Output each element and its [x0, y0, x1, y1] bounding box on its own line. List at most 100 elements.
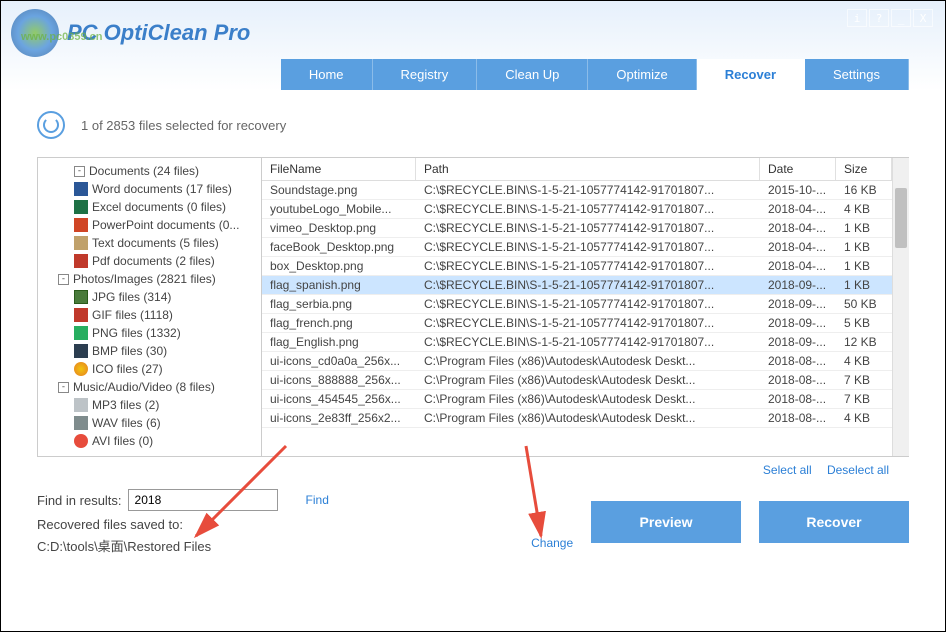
- bmp-icon: [74, 344, 88, 358]
- tree-item-label: Pdf documents (2 files): [92, 254, 215, 268]
- main-panel: 1 of 2853 files selected for recovery -D…: [1, 91, 945, 631]
- cell-size: 5 KB: [836, 314, 892, 332]
- table-row[interactable]: faceBook_Desktop.pngC:\$RECYCLE.BIN\S-1-…: [262, 238, 892, 257]
- col-size[interactable]: Size: [836, 158, 892, 180]
- tab-settings[interactable]: Settings: [805, 59, 909, 90]
- grid-body: Soundstage.pngC:\$RECYCLE.BIN\S-1-5-21-1…: [262, 181, 892, 428]
- tree-item[interactable]: -Photos/Images (2821 files): [38, 270, 261, 288]
- table-row[interactable]: flag_English.pngC:\$RECYCLE.BIN\S-1-5-21…: [262, 333, 892, 352]
- tab-home[interactable]: Home: [281, 59, 373, 90]
- table-row[interactable]: ui-icons_454545_256x...C:\Program Files …: [262, 390, 892, 409]
- col-path[interactable]: Path: [416, 158, 760, 180]
- tree-item-label: PowerPoint documents (0...: [92, 218, 239, 232]
- tree-item-label: Word documents (17 files): [92, 182, 232, 196]
- col-date[interactable]: Date: [760, 158, 836, 180]
- find-input[interactable]: [128, 489, 278, 511]
- cell-name: youtubeLogo_Mobile...: [262, 200, 416, 218]
- content-area: -Documents (24 files)Word documents (17 …: [37, 157, 909, 457]
- gif-icon: [74, 308, 88, 322]
- cell-date: 2018-08-...: [760, 371, 836, 389]
- tree-item[interactable]: Pdf documents (2 files): [38, 252, 261, 270]
- col-filename[interactable]: FileName: [262, 158, 416, 180]
- tree-item-label: GIF files (1118): [92, 308, 173, 322]
- main-tabs: HomeRegistryClean UpOptimizeRecoverSetti…: [281, 59, 909, 90]
- cell-size: 4 KB: [836, 352, 892, 370]
- cell-name: flag_serbia.png: [262, 295, 416, 313]
- tree-toggle-icon[interactable]: -: [74, 166, 85, 177]
- tree-item[interactable]: JPG files (314): [38, 288, 261, 306]
- cell-size: 1 KB: [836, 238, 892, 256]
- cell-date: 2018-09-...: [760, 333, 836, 351]
- action-buttons: Preview Recover: [591, 501, 909, 543]
- cell-date: 2018-04-...: [760, 200, 836, 218]
- deselect-all-link[interactable]: Deselect all: [827, 463, 889, 477]
- table-row[interactable]: ui-icons_cd0a0a_256x...C:\Program Files …: [262, 352, 892, 371]
- cell-size: 1 KB: [836, 257, 892, 275]
- table-row[interactable]: flag_serbia.pngC:\$RECYCLE.BIN\S-1-5-21-…: [262, 295, 892, 314]
- tree-item[interactable]: -Music/Audio/Video (8 files): [38, 378, 261, 396]
- tree-item-label: Documents (24 files): [89, 164, 199, 178]
- change-link[interactable]: Change: [531, 536, 573, 555]
- excel-icon: [74, 200, 88, 214]
- table-row[interactable]: ui-icons_888888_256x...C:\Program Files …: [262, 371, 892, 390]
- tab-optimize[interactable]: Optimize: [588, 59, 696, 90]
- table-row[interactable]: box_Desktop.pngC:\$RECYCLE.BIN\S-1-5-21-…: [262, 257, 892, 276]
- table-row[interactable]: vimeo_Desktop.pngC:\$RECYCLE.BIN\S-1-5-2…: [262, 219, 892, 238]
- recover-button[interactable]: Recover: [759, 501, 909, 543]
- tree-item[interactable]: GIF files (1118): [38, 306, 261, 324]
- close-button[interactable]: X: [913, 9, 933, 27]
- tree-item[interactable]: PNG files (1332): [38, 324, 261, 342]
- find-label: Find in results:: [37, 493, 122, 508]
- select-all-link[interactable]: Select all: [763, 463, 812, 477]
- tree-item[interactable]: Word documents (17 files): [38, 180, 261, 198]
- cell-name: ui-icons_2e83ff_256x2...: [262, 409, 416, 427]
- preview-button[interactable]: Preview: [591, 501, 741, 543]
- tree-item[interactable]: AVI files (0): [38, 432, 261, 450]
- tree-item[interactable]: BMP files (30): [38, 342, 261, 360]
- select-links: Select all Deselect all: [37, 457, 909, 483]
- tree-item[interactable]: MP3 files (2): [38, 396, 261, 414]
- cell-name: ui-icons_454545_256x...: [262, 390, 416, 408]
- tree-item[interactable]: WAV files (6): [38, 414, 261, 432]
- tree-item[interactable]: Excel documents (0 files): [38, 198, 261, 216]
- tab-registry[interactable]: Registry: [373, 59, 478, 90]
- find-link[interactable]: Find: [306, 493, 329, 507]
- grid-scrollbar[interactable]: [892, 158, 909, 456]
- file-tree[interactable]: -Documents (24 files)Word documents (17 …: [38, 158, 262, 456]
- tree-item[interactable]: PowerPoint documents (0...: [38, 216, 261, 234]
- png-icon: [74, 326, 88, 340]
- tab-clean-up[interactable]: Clean Up: [477, 59, 588, 90]
- ppt-icon: [74, 218, 88, 232]
- cell-path: C:\$RECYCLE.BIN\S-1-5-21-1057774142-9170…: [416, 238, 760, 256]
- table-row[interactable]: flag_spanish.pngC:\$RECYCLE.BIN\S-1-5-21…: [262, 276, 892, 295]
- refresh-icon[interactable]: [37, 111, 65, 139]
- table-row[interactable]: ui-icons_2e83ff_256x2...C:\Program Files…: [262, 409, 892, 428]
- cell-path: C:\$RECYCLE.BIN\S-1-5-21-1057774142-9170…: [416, 314, 760, 332]
- cell-path: C:\Program Files (x86)\Autodesk\Autodesk…: [416, 352, 760, 370]
- table-row[interactable]: flag_french.pngC:\$RECYCLE.BIN\S-1-5-21-…: [262, 314, 892, 333]
- cell-path: C:\$RECYCLE.BIN\S-1-5-21-1057774142-9170…: [416, 295, 760, 313]
- bottom-left: Find in results: Find Recovered files sa…: [37, 489, 591, 555]
- tree-item[interactable]: -Documents (24 files): [38, 162, 261, 180]
- help-button[interactable]: ?: [869, 9, 889, 27]
- table-row[interactable]: youtubeLogo_Mobile...C:\$RECYCLE.BIN\S-1…: [262, 200, 892, 219]
- cell-date: 2018-09-...: [760, 314, 836, 332]
- status-row: 1 of 2853 files selected for recovery: [37, 111, 909, 139]
- minimize-button[interactable]: _: [891, 9, 911, 27]
- table-row[interactable]: Soundstage.pngC:\$RECYCLE.BIN\S-1-5-21-1…: [262, 181, 892, 200]
- cell-size: 4 KB: [836, 409, 892, 427]
- status-text: 1 of 2853 files selected for recovery: [81, 118, 286, 133]
- cell-date: 2018-04-...: [760, 238, 836, 256]
- tree-toggle-icon[interactable]: -: [58, 274, 69, 285]
- tree-item[interactable]: Text documents (5 files): [38, 234, 261, 252]
- file-grid: FileName Path Date Size Soundstage.pngC:…: [262, 158, 892, 456]
- tree-toggle-icon[interactable]: -: [58, 382, 69, 393]
- tree-item[interactable]: ICO files (27): [38, 360, 261, 378]
- cell-name: flag_English.png: [262, 333, 416, 351]
- cell-date: 2018-08-...: [760, 409, 836, 427]
- watermark-text: www.pc0359.cn: [21, 31, 103, 43]
- info-button[interactable]: i: [847, 9, 867, 27]
- tab-recover[interactable]: Recover: [697, 59, 805, 90]
- find-row: Find in results: Find: [37, 489, 591, 511]
- txt-icon: [74, 236, 88, 250]
